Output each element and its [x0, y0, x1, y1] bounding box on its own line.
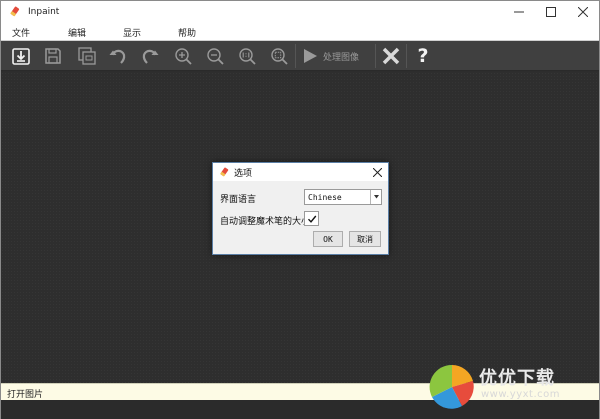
menu-edit[interactable]: 编辑	[68, 26, 86, 39]
app-window: Inpaint 文件 编辑 显示 帮助 处理图像 ? 选项 界面语言 Chine…	[0, 0, 600, 419]
process-image-label: 处理图像	[323, 52, 360, 63]
watermark-text: 优优下载	[479, 368, 555, 389]
maximize-icon	[546, 7, 556, 17]
toolbar-separator	[375, 44, 376, 68]
language-label: 界面语言	[220, 195, 257, 205]
open-file-icon	[12, 48, 30, 65]
save-copy-icon	[78, 47, 96, 65]
save-button[interactable]	[41, 44, 65, 68]
checkmark-icon	[307, 215, 316, 223]
save-copy-button[interactable]	[75, 44, 99, 68]
language-select[interactable]: Chinese	[304, 189, 382, 205]
close-icon	[372, 167, 382, 177]
x-icon	[382, 47, 400, 65]
toolbar-separator	[295, 44, 296, 68]
zoom-out-button[interactable]	[203, 44, 227, 68]
zoom-in-icon	[175, 48, 192, 65]
zoom-out-icon	[207, 48, 224, 65]
close-button[interactable]	[567, 1, 599, 23]
cancel-button[interactable]: 取消	[349, 231, 381, 247]
maximize-button[interactable]	[535, 1, 567, 23]
minimize-button[interactable]	[503, 1, 535, 23]
ok-button[interactable]: OK	[313, 231, 343, 247]
window-title: Inpaint	[28, 7, 60, 17]
menu-bar: 文件 编辑 显示 帮助	[1, 23, 599, 41]
toolbar-separator	[406, 44, 407, 68]
actual-size-button[interactable]	[235, 44, 259, 68]
menu-file[interactable]: 文件	[12, 26, 30, 39]
menu-help[interactable]: 帮助	[178, 26, 196, 39]
redo-icon	[142, 49, 159, 64]
redo-button[interactable]	[138, 44, 162, 68]
watermark: 优优下载 www.yyxt.com	[427, 361, 599, 417]
help-button[interactable]: ?	[411, 44, 435, 68]
auto-adjust-label: 自动调整魔术笔的大小	[220, 217, 311, 227]
undo-button[interactable]	[106, 44, 130, 68]
dialog-title: 选项	[234, 168, 253, 179]
app-logo-icon	[220, 167, 229, 176]
title-bar: Inpaint	[1, 1, 599, 23]
close-icon	[578, 7, 588, 17]
play-icon	[304, 49, 317, 63]
minimize-icon	[514, 11, 524, 13]
watermark-url: www.yyxt.com	[481, 389, 561, 400]
actual-size-icon	[239, 48, 256, 65]
fit-window-icon	[271, 48, 288, 65]
language-value: Chinese	[308, 192, 342, 202]
chevron-down-icon	[370, 190, 381, 204]
options-dialog: 选项 界面语言 Chinese 自动调整魔术笔的大小 OK 取消	[212, 162, 389, 255]
undo-icon	[109, 49, 126, 64]
watermark-logo-icon	[429, 364, 474, 409]
menu-view[interactable]: 显示	[123, 26, 141, 39]
cancel-process-button[interactable]	[379, 44, 403, 68]
zoom-in-button[interactable]	[171, 44, 195, 68]
toolbar: 处理图像 ?	[1, 41, 599, 71]
auto-adjust-checkbox[interactable]	[304, 211, 319, 226]
status-text: 打开图片	[7, 390, 44, 400]
app-logo-icon	[10, 6, 20, 17]
save-icon	[45, 48, 61, 64]
process-image-button[interactable]: 处理图像	[301, 45, 373, 67]
dialog-close-button[interactable]	[371, 166, 383, 178]
open-file-button[interactable]	[9, 44, 33, 68]
fit-window-button[interactable]	[267, 44, 291, 68]
dialog-title-bar: 选项	[213, 163, 388, 181]
